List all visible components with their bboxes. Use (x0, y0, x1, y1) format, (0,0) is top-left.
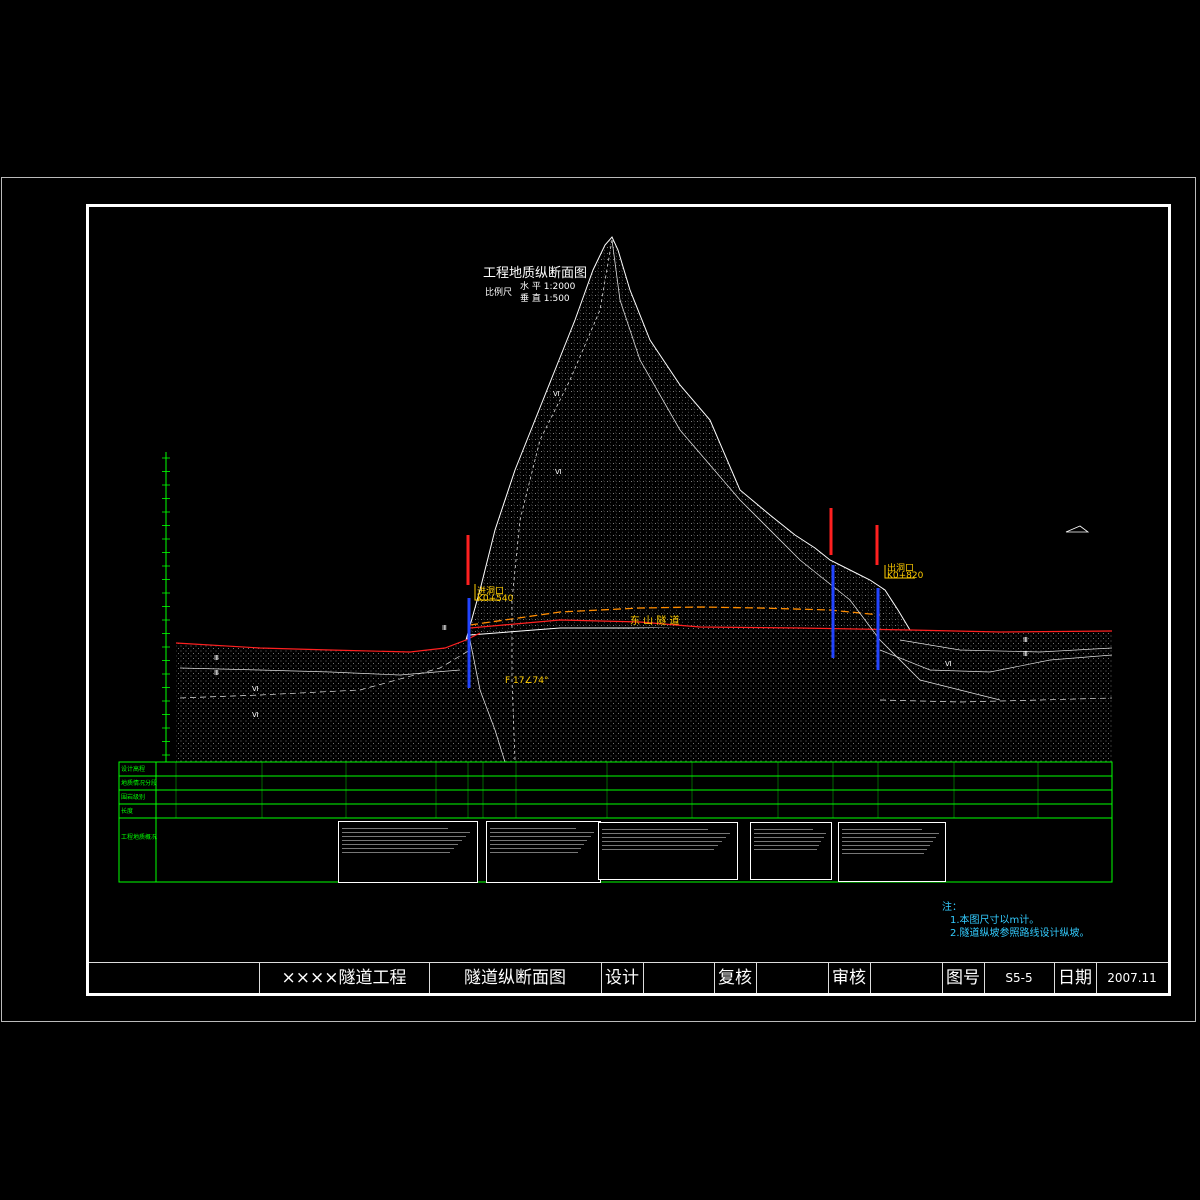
illegible-text-line (342, 828, 448, 829)
illegible-text-line (602, 833, 731, 834)
illegible-text-line (842, 837, 936, 838)
stratum-label: Ⅵ (252, 711, 259, 719)
date-label: 日期 (1058, 968, 1092, 988)
stratum-label: Ⅲ (1023, 636, 1028, 644)
illegible-text-line (754, 845, 820, 846)
illegible-text-line (490, 844, 585, 845)
entrance-station: K0+540 (477, 594, 514, 604)
table-row-label: 地质情况分段 (121, 780, 158, 787)
project-name: ××××隧道工程 (281, 968, 407, 988)
illegible-text-line (602, 841, 723, 842)
illegible-text-line (342, 832, 471, 833)
scale-label: 比例尺 (485, 288, 513, 298)
stratum-label: Ⅲ (1023, 650, 1028, 658)
geology-note-box-3 (598, 822, 738, 880)
stratum-label: Ⅲ (214, 669, 219, 677)
date-value: 2007.11 (1107, 971, 1157, 985)
illegible-text-line (842, 849, 927, 850)
illegible-text-line (490, 840, 588, 841)
illegible-text-line (602, 845, 719, 846)
stratum-label: Ⅵ (553, 390, 560, 398)
geology-note-box-5 (838, 822, 946, 882)
geology-note-box-4 (750, 822, 832, 880)
illegible-text-line (602, 829, 708, 830)
illegible-text-line (842, 841, 933, 842)
illegible-text-line (490, 828, 576, 829)
exit-station: K0+820 (887, 571, 924, 581)
review-label: 审核 (832, 968, 866, 988)
illegible-text-line (754, 841, 822, 842)
illegible-text-line (342, 840, 463, 841)
table-row-label: 长度 (121, 808, 134, 815)
illegible-text-line (754, 833, 826, 834)
illegible-text-line (842, 853, 924, 854)
illegible-text-line (754, 849, 817, 850)
note-item: 2.隧道纵坡参照路线设计纵坡。 (950, 928, 1090, 939)
fault-label: F 17∠74° (505, 676, 549, 686)
illegible-text-line (602, 849, 715, 850)
stratum-label: Ⅲ (214, 654, 219, 662)
drawing-no: S5-5 (1005, 971, 1033, 985)
ground-mass (176, 627, 1112, 762)
table-row-label: 设计高程 (121, 766, 146, 773)
illegible-text-line (490, 848, 581, 849)
illegible-text-line (842, 833, 939, 834)
illegible-text-line (602, 837, 727, 838)
illegible-text-line (342, 836, 467, 837)
scale-vertical: 垂 直 1:500 (520, 294, 570, 304)
illegible-text-line (342, 852, 451, 853)
drawing-no-label: 图号 (946, 968, 980, 988)
illegible-text-line (490, 836, 591, 837)
north-arrow-icon (1065, 525, 1090, 533)
table-row-label: 围岩级别 (121, 794, 146, 801)
design-label: 设计 (605, 968, 639, 988)
table-row-label: 工程地质概况 (121, 834, 158, 841)
illegible-text-line (754, 837, 824, 838)
illegible-text-line (490, 832, 594, 833)
illegible-text-line (342, 844, 459, 845)
stratum-label: Ⅵ (252, 685, 259, 693)
stratum-label: Ⅲ (442, 624, 447, 632)
title-block: ××××隧道工程 隧道纵断面图 设计 复核 审核 图号 S5-5 日期 2007… (89, 962, 1168, 993)
illegible-text-line (842, 829, 922, 830)
illegible-text-line (490, 852, 578, 853)
geology-note-box-2 (486, 821, 601, 883)
illegible-text-line (754, 829, 814, 830)
illegible-text-line (342, 848, 455, 849)
illegible-text-line (842, 845, 930, 846)
drawing-name: 隧道纵断面图 (464, 968, 566, 988)
profile-drawing (118, 236, 1113, 883)
stratum-label: Ⅵ (945, 660, 952, 668)
check-label: 复核 (718, 968, 752, 988)
stratum-label: Ⅵ (555, 468, 562, 476)
geology-note-box-1 (338, 821, 478, 883)
tunnel-name: 东 山 隧 道 (630, 616, 680, 627)
